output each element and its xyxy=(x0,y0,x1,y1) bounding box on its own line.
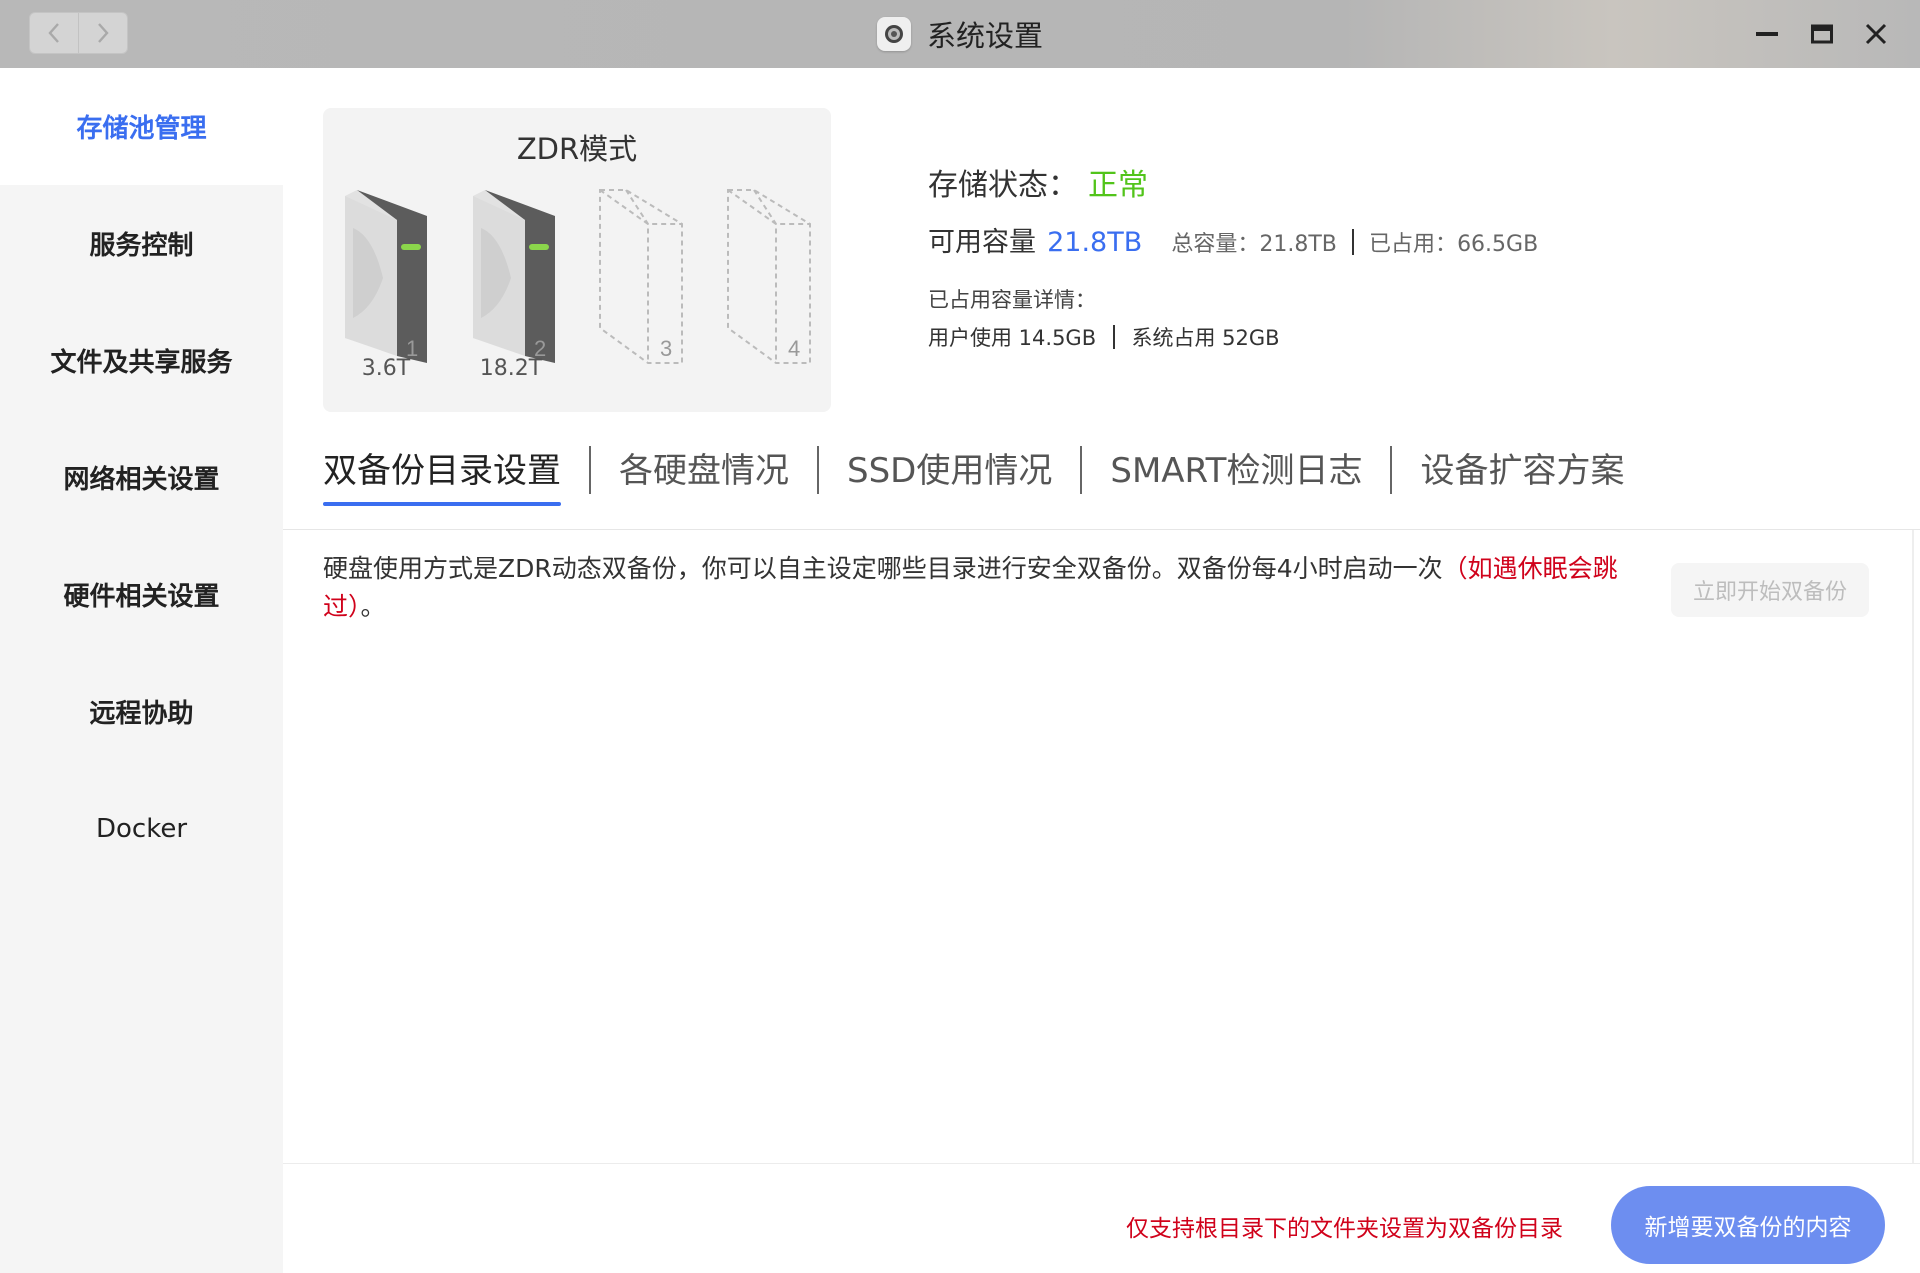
used-detail-label: 已占用容量详情： xyxy=(928,288,1096,312)
minimize-button[interactable] xyxy=(1749,16,1785,52)
sidebar-item-remote-assist[interactable]: 远程协助 xyxy=(0,653,283,770)
tab-ssd-usage[interactable]: SSD使用情况 xyxy=(847,443,1052,498)
used-detail-row: 用户使用 14.5GB 系统占用 52GB xyxy=(928,322,1280,352)
sidebar-item-network[interactable]: 网络相关设置 xyxy=(0,419,283,536)
back-button[interactable] xyxy=(30,13,78,53)
maximize-button[interactable] xyxy=(1804,16,1840,52)
tab-separator xyxy=(1080,446,1083,494)
used-value: 66.5GB xyxy=(1457,232,1539,257)
hard-drive-icon: 2 xyxy=(473,190,555,363)
drive-slot-number: 4 xyxy=(788,336,800,361)
content-divider xyxy=(283,529,1920,530)
sidebar-item-storage-pool[interactable]: 存储池管理 xyxy=(0,68,283,185)
sidebar: 存储池管理 服务控制 文件及共享服务 网络相关设置 硬件相关设置 远程协助 Do… xyxy=(0,68,283,1273)
empty-drive-slot-icon: 3 xyxy=(599,189,683,364)
start-backup-button[interactable]: 立即开始双备份 xyxy=(1671,563,1869,617)
status-label: 存储状态： xyxy=(928,168,1078,203)
system-usage: 系统占用 52GB xyxy=(1131,326,1280,350)
minimize-icon xyxy=(1756,32,1778,36)
tab-separator xyxy=(589,446,591,494)
title-bar: 系统设置 xyxy=(0,0,1920,68)
window-title: 系统设置 xyxy=(926,19,1043,53)
chevron-left-icon xyxy=(48,23,59,43)
add-backup-content-button[interactable]: 新增要双备份的内容 xyxy=(1611,1186,1885,1264)
sidebar-item-service-control[interactable]: 服务控制 xyxy=(0,185,283,302)
sidebar-item-label: 文件及共享服务 xyxy=(50,348,233,378)
total-value: 21.8TB xyxy=(1259,232,1337,257)
description-end: 。 xyxy=(360,592,386,621)
empty-drive-slot-icon: 4 xyxy=(727,189,811,364)
settings-gear-icon xyxy=(876,17,911,51)
sidebar-item-label: 网络相关设置 xyxy=(63,465,220,495)
sidebar-item-label: 存储池管理 xyxy=(76,114,207,144)
status-row: 存储状态： 正常 xyxy=(928,160,1148,204)
user-usage: 用户使用 14.5GB xyxy=(928,326,1097,350)
sidebar-item-hardware[interactable]: 硬件相关设置 xyxy=(0,536,283,653)
footer-divider xyxy=(283,1163,1920,1164)
sidebar-item-label: 远程协助 xyxy=(89,699,194,729)
scrollbar-track xyxy=(1912,530,1914,1163)
storage-mode-title: ZDR模式 xyxy=(516,132,638,166)
forward-button[interactable] xyxy=(78,13,127,53)
sidebar-item-file-sharing[interactable]: 文件及共享服务 xyxy=(0,302,283,419)
navigation-buttons xyxy=(29,12,128,54)
total-label: 总容量： xyxy=(1171,232,1260,257)
tab-separator xyxy=(1390,446,1393,494)
footer-note: 仅支持根目录下的文件夹设置为双备份目录 xyxy=(1126,1216,1563,1242)
hard-drive-icon: 1 xyxy=(345,190,427,363)
available-value: 21.8TB xyxy=(1047,227,1143,258)
tab-separator xyxy=(817,446,819,494)
available-label: 可用容量 xyxy=(928,227,1036,258)
separator xyxy=(1351,229,1354,255)
drive-size: 18.2T xyxy=(479,356,543,381)
tab-bar: 双备份目录设置 各硬盘情况 SSD使用情况 SMART检测日志 设备扩容方案 xyxy=(323,440,1624,506)
used-label: 已占用： xyxy=(1369,232,1458,257)
chevron-right-icon xyxy=(98,23,109,43)
separator xyxy=(1112,325,1115,349)
drive-size: 3.6T xyxy=(361,356,411,381)
close-icon xyxy=(1865,23,1887,45)
tab-expansion-plan[interactable]: 设备扩容方案 xyxy=(1420,443,1624,498)
drive-slot-number: 3 xyxy=(660,336,672,361)
sidebar-item-label: 硬件相关设置 xyxy=(63,582,220,612)
close-button[interactable] xyxy=(1858,16,1894,52)
sidebar-item-docker[interactable]: Docker xyxy=(0,770,283,887)
maximize-icon xyxy=(1811,24,1833,44)
backup-description: 硬盘使用方式是ZDR动态双备份，你可以自主设定哪些目录进行安全双备份。双备份每4… xyxy=(323,550,1663,626)
disk-overview-panel: ZDR模式 1 3.6T 2 18.2T 3 4 xyxy=(323,108,831,412)
tab-dual-backup-dirs[interactable]: 双备份目录设置 xyxy=(323,443,561,506)
sidebar-item-label: 服务控制 xyxy=(89,231,194,261)
sidebar-item-label: Docker xyxy=(95,813,188,844)
status-value: 正常 xyxy=(1088,168,1148,203)
tab-disk-status[interactable]: 各硬盘情况 xyxy=(619,443,789,498)
capacity-row: 可用容量 21.8TB 总容量：21.8TB 已占用：66.5GB xyxy=(928,220,1538,259)
description-text: 硬盘使用方式是ZDR动态双备份，你可以自主设定哪些目录进行安全双备份。双备份每4… xyxy=(323,554,1443,583)
tab-smart-log[interactable]: SMART检测日志 xyxy=(1110,443,1362,498)
